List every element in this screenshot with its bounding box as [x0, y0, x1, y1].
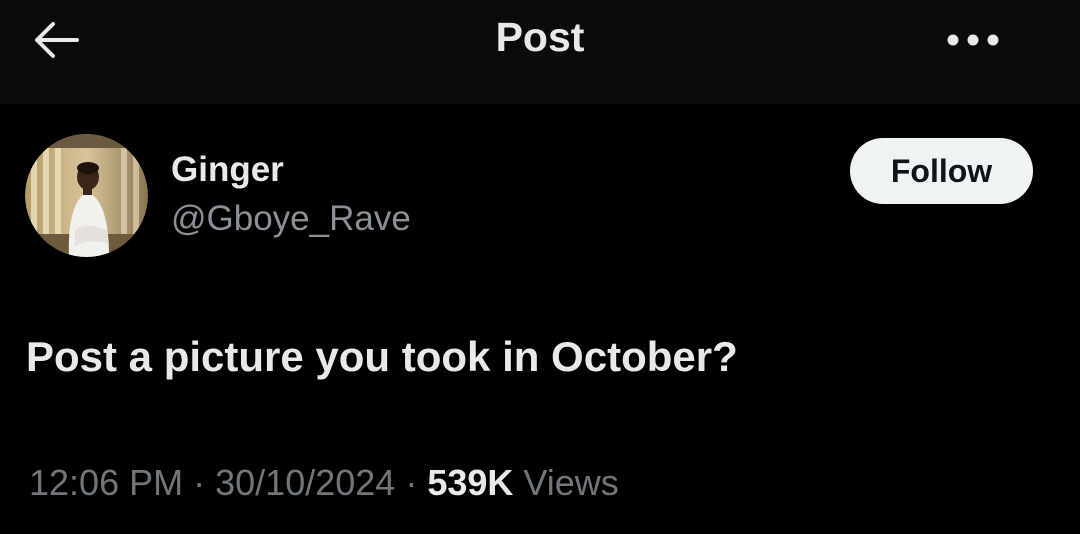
author-handle[interactable]: @Gboye_Rave	[171, 199, 411, 239]
meta-separator: ·	[193, 462, 206, 503]
more-horizontal-icon	[947, 34, 999, 46]
arrow-left-icon	[35, 22, 79, 58]
post-metadata: 12:06 PM · 30/10/2024 · 539K Views	[29, 462, 619, 504]
more-options-button[interactable]	[938, 18, 1008, 62]
views-count: 539K	[427, 462, 514, 503]
views-label: Views	[523, 462, 619, 503]
follow-button[interactable]: Follow	[850, 138, 1033, 204]
page-title: Post	[495, 14, 585, 60]
post-time[interactable]: 12:06 PM	[29, 462, 183, 503]
meta-separator: ·	[405, 462, 418, 503]
user-avatar-photo	[25, 134, 148, 257]
avatar[interactable]	[25, 134, 148, 257]
author-name[interactable]: Ginger	[171, 150, 284, 190]
top-bar: Post	[0, 0, 1080, 104]
post-text: Post a picture you took in October?	[26, 333, 738, 380]
post-date[interactable]: 30/10/2024	[215, 462, 395, 503]
back-button[interactable]	[28, 16, 84, 64]
